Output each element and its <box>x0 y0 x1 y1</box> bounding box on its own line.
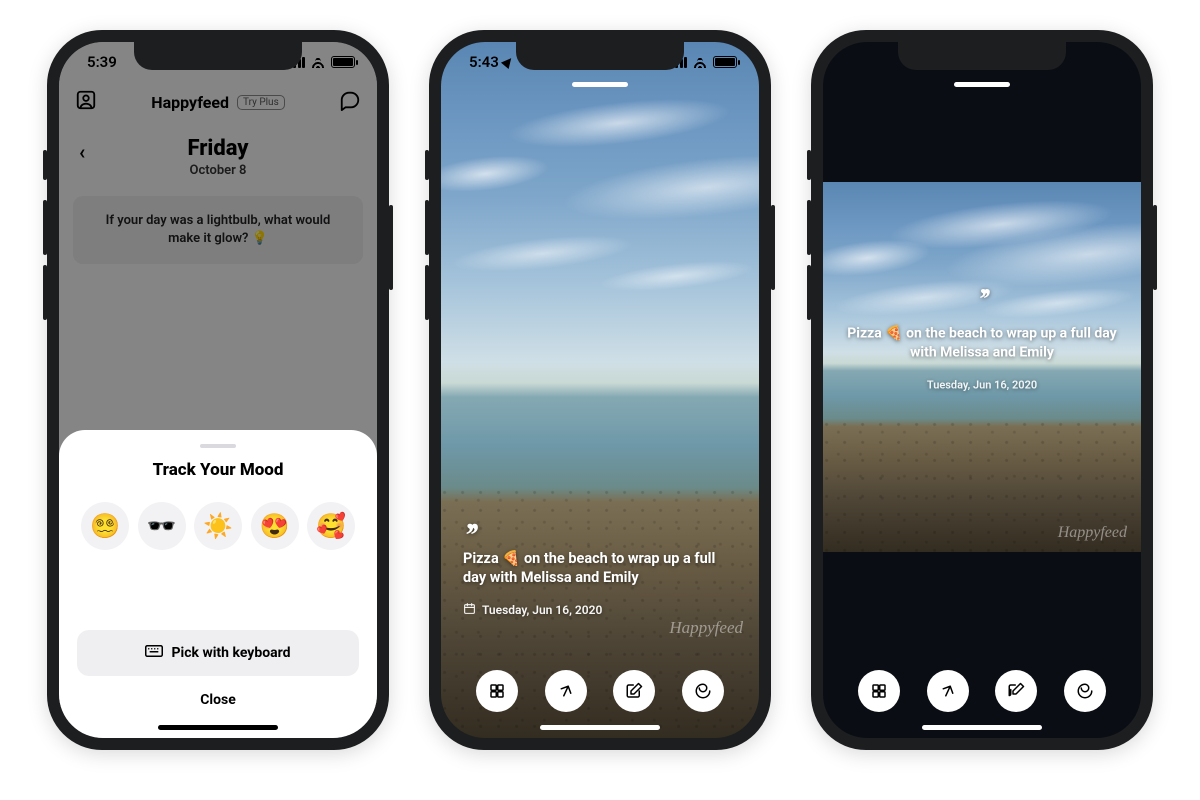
pick-with-keyboard-button[interactable]: Pick with keyboard <box>77 630 359 676</box>
home-indicator[interactable] <box>540 725 660 730</box>
memory-caption: Pizza 🍕 on the beach to wrap up a full d… <box>845 325 1119 363</box>
wifi-icon <box>692 56 708 68</box>
pick-with-keyboard-label: Pick with keyboard <box>171 645 290 661</box>
notch <box>516 42 684 70</box>
location-icon <box>501 55 515 69</box>
emoji-row: 😵‍💫 🕶️ ☀️ 😍 🥰 <box>77 502 359 550</box>
mood-emoji-0[interactable]: 😵‍💫 <box>81 502 129 550</box>
edit-button[interactable] <box>613 670 655 712</box>
pizza-emoji: 🍕 <box>502 550 520 567</box>
pizza-emoji: 🍕 <box>885 326 902 342</box>
keyboard-icon <box>145 644 163 662</box>
phone-mockup-1: 5:39 Happyfeed Try Plus <box>47 30 389 750</box>
memory-photo-framed[interactable]: ’’ Pizza 🍕 on the beach to wrap up a ful… <box>823 182 1141 552</box>
drag-handle[interactable] <box>954 82 1010 87</box>
quote-mark-icon: ’’ <box>845 283 1119 317</box>
drag-handle[interactable] <box>572 82 628 87</box>
mood-emoji-2[interactable]: ☀️ <box>194 502 242 550</box>
watermark: Happyfeed <box>669 618 743 638</box>
wifi-icon <box>310 56 326 68</box>
home-indicator[interactable] <box>158 725 278 730</box>
mood-emoji-4[interactable]: 🥰 <box>307 502 355 550</box>
battery-icon <box>331 56 355 68</box>
close-button[interactable]: Close <box>77 676 359 712</box>
notch <box>134 42 302 70</box>
memory-caption-block: ’’ Pizza 🍕 on the beach to wrap up a ful… <box>463 529 737 618</box>
mood-emoji-1[interactable]: 🕶️ <box>138 502 186 550</box>
phone-mockup-3: ’’ Pizza 🍕 on the beach to wrap up a ful… <box>811 30 1153 750</box>
grid-button[interactable] <box>476 670 518 712</box>
home-indicator[interactable] <box>922 725 1042 730</box>
action-bar <box>441 670 759 712</box>
memory-date: Tuesday, Jun 16, 2020 <box>845 379 1119 392</box>
grid-button[interactable] <box>858 670 900 712</box>
memory-date: Tuesday, Jun 16, 2020 <box>463 602 737 618</box>
quote-mark-icon: ’’ <box>463 529 737 543</box>
phone-mockup-2: 5:43 ’’ Pizza 🍕 on the beach to wrap up … <box>429 30 771 750</box>
notch <box>898 42 1066 70</box>
status-time: 5:39 <box>87 53 117 71</box>
send-button[interactable] <box>545 670 587 712</box>
send-button[interactable] <box>927 670 969 712</box>
sheet-title: Track Your Mood <box>77 460 359 480</box>
mood-emoji-3[interactable]: 😍 <box>251 502 299 550</box>
refresh-button[interactable] <box>682 670 724 712</box>
battery-icon <box>713 56 737 68</box>
memory-caption-block: ’’ Pizza 🍕 on the beach to wrap up a ful… <box>845 283 1119 392</box>
mood-sheet: Track Your Mood 😵‍💫 🕶️ ☀️ 😍 🥰 Pick with … <box>59 430 377 738</box>
edit-button[interactable] <box>995 670 1037 712</box>
watermark: Happyfeed <box>1058 524 1127 542</box>
action-bar <box>823 670 1141 712</box>
calendar-icon <box>463 602 476 618</box>
memory-caption: Pizza 🍕 on the beach to wrap up a full d… <box>463 549 737 588</box>
status-time: 5:43 <box>469 53 499 71</box>
refresh-button[interactable] <box>1064 670 1106 712</box>
sheet-drag-handle[interactable] <box>200 444 236 448</box>
